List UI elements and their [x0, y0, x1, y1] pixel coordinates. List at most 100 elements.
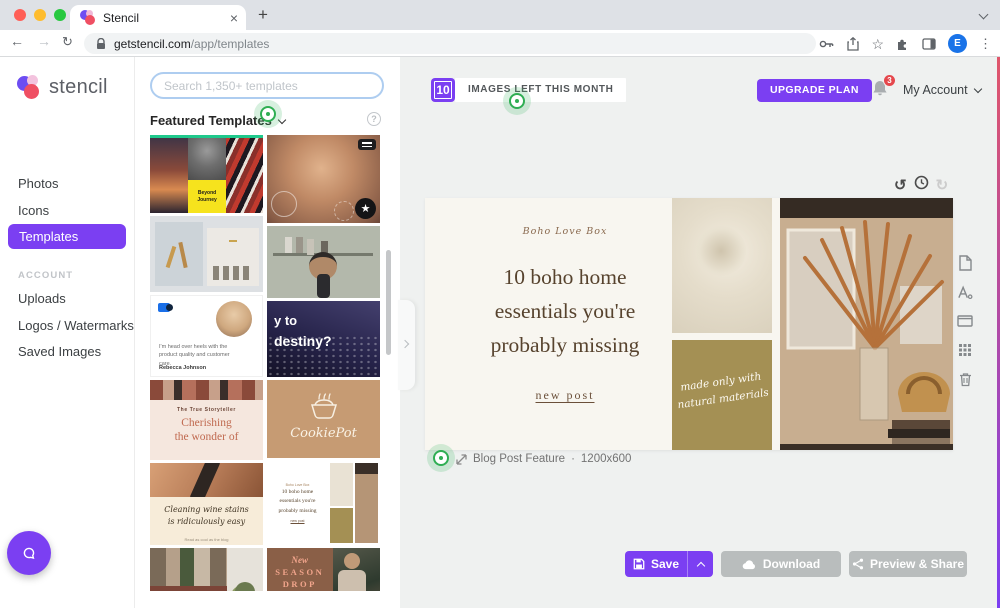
chevron-up-icon [696, 561, 705, 570]
design-canvas[interactable]: Boho Love Box 10 boho home essentials yo… [425, 198, 953, 450]
wine-line1: Cleaning wine stains [164, 505, 249, 514]
mini-title2: essentials you're [279, 498, 316, 505]
stencil-logo[interactable]: stencil [17, 75, 108, 99]
canvas-history-tools: ↺ ↻ [894, 175, 948, 195]
canvas-title-text[interactable]: 10 boho home essentials you're probably … [425, 260, 705, 362]
canvas-olive-block[interactable]: made only with natural materials [672, 340, 772, 450]
search-input[interactable] [150, 72, 384, 99]
beyond-journey-label: Beyond Journey [188, 180, 226, 213]
template-thumb-testimonial[interactable]: I'm head over heels with the product qua… [150, 295, 263, 377]
stencil-favicon-icon [80, 10, 95, 25]
canvas-tool-rail [951, 255, 979, 387]
url-field[interactable]: getstencil.com/app/templates [84, 33, 816, 54]
sidebar-item-uploads[interactable]: Uploads [18, 291, 66, 306]
chat-bubble-icon [22, 546, 36, 560]
window-zoom-button[interactable] [54, 9, 66, 21]
canvas-brand-text[interactable]: Boho Love Box [425, 226, 705, 237]
text-tool-icon[interactable] [957, 284, 973, 300]
browser-tab-strip: Stencil × + [0, 0, 1000, 30]
brand-logo-icon [158, 303, 173, 312]
canvas-meta-row[interactable]: Blog Post Feature · 1200x600 [456, 453, 631, 465]
footer-buttons: Save Download Preview & Share [400, 551, 1000, 577]
canvas-photo-palm[interactable] [780, 198, 953, 450]
template-thumb-storyteller[interactable]: The True Storyteller Cherishing the wond… [150, 380, 263, 460]
sidebar-item-saved-images[interactable]: Saved Images [18, 344, 101, 359]
image-frame-icon[interactable] [957, 313, 973, 329]
chevron-down-icon [973, 84, 982, 93]
thumb-menu-icon[interactable] [358, 139, 376, 150]
cookiepot-brand: CookiePot [290, 426, 357, 441]
tab-close-icon[interactable]: × [230, 10, 238, 26]
template-thumb-bloomgal[interactable]: BloomGal [150, 548, 263, 591]
share-icon[interactable] [847, 36, 860, 51]
browser-tab[interactable]: Stencil × [70, 5, 246, 30]
help-icon[interactable]: ? [367, 112, 381, 126]
template-thumb-podcast[interactable] [267, 226, 380, 298]
testimonial-avatar [216, 301, 252, 337]
template-thumb-interior[interactable] [150, 216, 263, 292]
sidebar-item-photos[interactable]: Photos [18, 176, 58, 191]
stencil-logo-icon [17, 75, 41, 99]
screen: Stencil × + ← → ↻ getstencil.com/app/tem… [0, 0, 1000, 608]
sidebar-item-logos-watermarks[interactable]: Logos / Watermarks [18, 318, 134, 333]
interior-photo-1 [155, 222, 203, 286]
wine-line2: is ridiculously easy [167, 517, 246, 527]
chrome-chevron-down-icon[interactable] [978, 9, 989, 20]
click-indicator-meta [427, 444, 455, 472]
template-thumb-woman-portrait[interactable]: ★ [267, 135, 380, 223]
save-button[interactable]: Save [625, 551, 687, 577]
template-thumb-new-season[interactable]: New SEASON DROP ↓ [267, 548, 380, 591]
resize-icon [456, 453, 467, 465]
template-thumb-cookiepot[interactable]: CookiePot [267, 380, 380, 458]
panel-scrollbar[interactable] [386, 250, 391, 355]
sidebar-item-icons[interactable]: Icons [18, 203, 49, 218]
grid-icon[interactable] [957, 342, 973, 358]
sunset-photo [150, 135, 189, 213]
meta-separator: · [571, 453, 575, 465]
mini-brand: Boho Love Box [285, 483, 310, 488]
wine-caption: Read as cool as the blog [184, 537, 229, 542]
page-icon[interactable] [957, 255, 973, 271]
my-account-menu[interactable]: My Account [903, 83, 982, 97]
templates-panel: Featured Templates ? Beyond Journey [135, 57, 400, 608]
lock-icon [96, 37, 106, 50]
preview-share-button[interactable]: Preview & Share [849, 551, 967, 577]
bread-basket-icon [310, 393, 338, 419]
model-photo [332, 548, 380, 591]
window-close-button[interactable] [14, 9, 26, 21]
chat-widget-button[interactable] [7, 531, 51, 575]
season-line3: DROP [282, 579, 317, 589]
redo-icon[interactable]: ↻ [936, 176, 949, 194]
save-floppy-icon [633, 558, 645, 570]
template-thumb-boho-mini[interactable]: Boho Love Box 10 boho home essentials yo… [267, 461, 380, 545]
stencil-app: stencil Photos Icons Templates ACCOUNT U… [0, 57, 1000, 608]
template-thumb-destiny[interactable]: y to destiny? [267, 301, 380, 377]
canvas-photo-flower[interactable] [672, 198, 772, 333]
interior-photo-2 [207, 228, 259, 286]
reload-button[interactable]: ↻ [62, 34, 73, 50]
password-key-icon[interactable] [819, 39, 835, 49]
forward-button[interactable]: → [37, 33, 51, 49]
bookmark-star-icon[interactable]: ☆ [871, 37, 884, 51]
mini-photo-brown [355, 463, 378, 543]
profile-avatar[interactable]: E [948, 34, 967, 53]
history-clock-icon[interactable] [914, 175, 929, 195]
trash-icon[interactable] [957, 371, 973, 387]
new-tab-button[interactable]: + [258, 5, 268, 25]
sidepanel-icon[interactable] [922, 37, 936, 50]
download-button[interactable]: Download [721, 551, 841, 577]
storyteller-kicker: The True Storyteller [177, 407, 236, 413]
window-minimize-button[interactable] [34, 9, 46, 21]
extensions-puzzle-icon[interactable] [896, 37, 910, 51]
favorite-star-badge[interactable]: ★ [355, 198, 376, 219]
save-options-button[interactable] [687, 551, 713, 577]
upgrade-plan-button[interactable]: UPGRADE PLAN [757, 79, 872, 102]
template-thumb-beyond-journey[interactable]: Beyond Journey [150, 135, 263, 213]
photo-strip [150, 380, 263, 400]
template-thumb-wine[interactable]: Cleaning wine stains is ridiculously eas… [150, 463, 263, 545]
back-button[interactable]: ← [10, 33, 24, 49]
undo-icon[interactable]: ↺ [894, 176, 907, 194]
browser-menu-icon[interactable]: ⋮ [979, 36, 992, 52]
canvas-cta-text[interactable]: new post [425, 388, 705, 403]
sidebar-item-templates[interactable]: Templates [8, 224, 126, 249]
